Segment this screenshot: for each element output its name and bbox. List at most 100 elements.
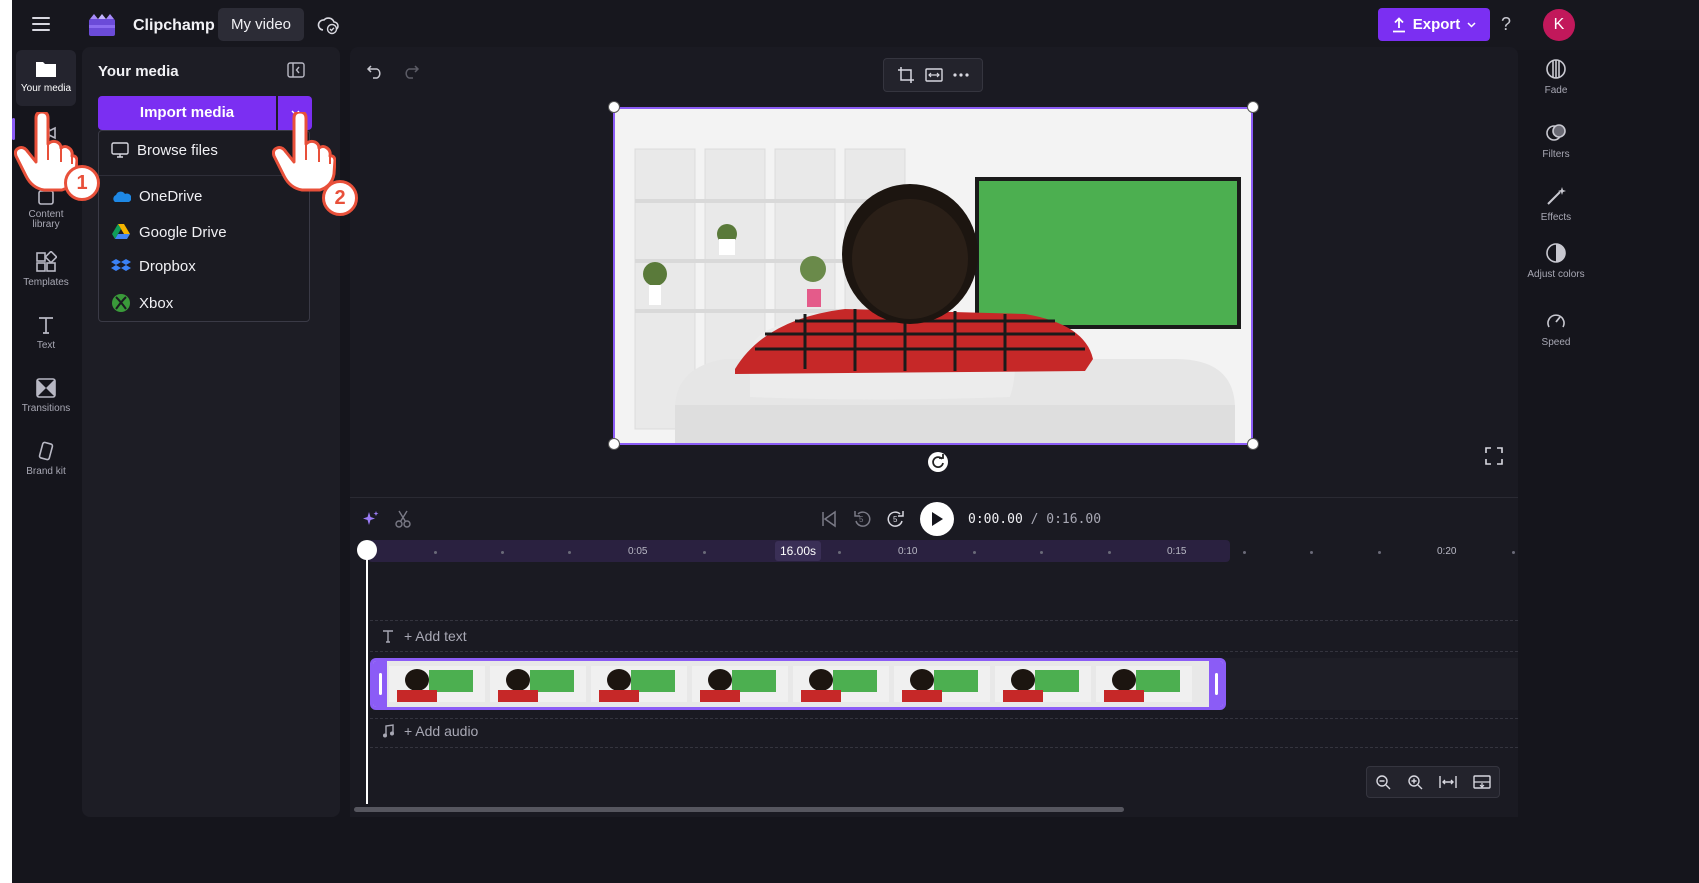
folder-icon: [36, 62, 56, 77]
add-audio-track[interactable]: + Add audio: [382, 723, 478, 739]
forward-5-icon[interactable]: 5: [886, 509, 906, 529]
clip-trim-handle-left[interactable]: [373, 661, 387, 707]
menu-item-label: Xbox: [139, 294, 174, 312]
timeline-scrollbar[interactable]: [354, 807, 1124, 812]
skip-to-start-icon[interactable]: [820, 510, 838, 528]
menu-item-label: Dropbox: [139, 258, 196, 275]
rewind-5-icon[interactable]: 5: [852, 509, 872, 529]
sidebar-item-label: Content library: [28, 209, 64, 230]
clip-thumbnail: [793, 666, 889, 702]
sparkle-icon[interactable]: [362, 510, 380, 528]
clip-thumbnail: [1096, 666, 1192, 702]
resize-handle-bottom-left[interactable]: [608, 438, 620, 450]
sidebar-item-label: Transitions: [21, 403, 71, 414]
text-icon: [39, 317, 53, 334]
resize-handle-top-right[interactable]: [1247, 101, 1259, 113]
xbox-icon: [112, 294, 130, 312]
ruler-tick: [434, 551, 437, 554]
sidebar-item-brand-kit[interactable]: Brand kit: [16, 436, 76, 477]
resize-handle-bottom-right[interactable]: [1247, 438, 1259, 450]
property-adjust-colors[interactable]: Adjust colors: [1520, 242, 1592, 280]
crop-icon[interactable]: [897, 66, 915, 84]
more-options-icon[interactable]: [953, 73, 969, 77]
collapse-panel-icon[interactable]: [287, 62, 305, 78]
filters-icon: [1546, 124, 1566, 141]
ruler-label: 0:15: [1167, 546, 1187, 557]
property-speed[interactable]: Speed: [1520, 310, 1592, 348]
sidebar-item-label: Brand kit: [26, 466, 66, 477]
add-text-label: + Add text: [404, 628, 467, 644]
google-drive-icon: [112, 224, 130, 239]
hamburger-icon[interactable]: [32, 17, 50, 31]
cloud-sync-icon[interactable]: [317, 14, 339, 36]
playhead[interactable]: [366, 550, 368, 804]
resize-handle-top-left[interactable]: [608, 101, 620, 113]
scissors-icon[interactable]: [394, 510, 412, 528]
ruler-label: 0:05: [628, 546, 648, 557]
video-preview[interactable]: [613, 107, 1253, 445]
ruler-tick: [703, 551, 706, 554]
import-media-button[interactable]: Import media: [98, 96, 276, 130]
ruler-tick: [501, 551, 504, 554]
help-icon[interactable]: ?: [1501, 14, 1511, 35]
clip-thumbnail: [490, 666, 586, 702]
sidebar-item-your-media[interactable]: Your media: [16, 50, 76, 106]
app-name: Clipchamp: [133, 17, 215, 34]
fit-timeline-icon[interactable]: [1439, 775, 1457, 789]
menu-item-google-drive[interactable]: Google Drive: [111, 223, 227, 241]
property-label: Filters: [1542, 149, 1570, 160]
zoom-out-icon[interactable]: [1375, 774, 1391, 790]
project-title-button[interactable]: My video: [218, 8, 305, 41]
clip-trim-handle-right[interactable]: [1209, 661, 1223, 707]
menu-item-label: Browse files: [137, 142, 218, 159]
sidebar-item-label: Text: [36, 340, 56, 351]
add-text-track[interactable]: + Add text: [382, 628, 467, 644]
timeline: 5 5 0:00.00 / 0:16.00 0:05 16.00s 0:10 0…: [350, 497, 1518, 817]
playhead-knob[interactable]: [357, 540, 377, 560]
dropbox-icon: [111, 259, 131, 271]
ruler-tick: [1040, 551, 1043, 554]
text-track[interactable]: + Add text: [370, 620, 1518, 652]
redo-icon[interactable]: [402, 63, 420, 79]
right-rail: Fade Filters Effects Adjust colors Speed: [1520, 50, 1592, 650]
export-button[interactable]: Export: [1378, 8, 1490, 41]
property-label: Speed: [1541, 337, 1571, 348]
property-fade[interactable]: Fade: [1520, 58, 1592, 96]
rotate-icon[interactable]: [928, 452, 948, 472]
step-badge-1: 1: [64, 165, 100, 201]
text-icon: [383, 630, 393, 643]
timecode: 0:00.00 / 0:16.00: [968, 512, 1101, 527]
property-filters[interactable]: Filters: [1520, 122, 1592, 160]
expand-track-icon[interactable]: [1473, 775, 1491, 789]
chevron-down-icon: [1467, 21, 1476, 28]
menu-item-onedrive[interactable]: OneDrive: [111, 188, 202, 205]
video-frame-image: [615, 109, 1251, 443]
sidebar-item-label: Templates: [23, 277, 69, 288]
property-effects[interactable]: Effects: [1520, 185, 1592, 223]
clip-thumbnail: [591, 666, 687, 702]
sidebar-item-templates[interactable]: Templates: [16, 247, 76, 288]
clip-thumbnail: [995, 666, 1091, 702]
fullscreen-icon[interactable]: [1485, 447, 1503, 465]
undo-icon[interactable]: [366, 63, 384, 79]
menu-item-xbox[interactable]: Xbox: [111, 293, 173, 313]
hand-cursor-icon: [272, 112, 336, 192]
onedrive-icon: [113, 191, 131, 202]
zoom-toolbar: [1366, 766, 1500, 798]
property-label: Adjust colors: [1527, 269, 1585, 280]
step-badge-2: 2: [322, 180, 358, 216]
audio-track[interactable]: + Add audio: [370, 718, 1518, 748]
monitor-icon: [111, 142, 129, 158]
avatar[interactable]: K: [1543, 9, 1575, 41]
video-clip[interactable]: [370, 658, 1226, 710]
menu-item-browse-files[interactable]: Browse files: [111, 142, 218, 159]
export-label: Export: [1412, 16, 1461, 33]
menu-item-dropbox[interactable]: Dropbox: [111, 258, 196, 275]
templates-icon: [36, 251, 57, 272]
play-button[interactable]: [920, 502, 954, 536]
sidebar-item-text[interactable]: Text: [16, 310, 76, 351]
zoom-in-icon[interactable]: [1407, 774, 1423, 790]
fit-icon[interactable]: [925, 68, 943, 82]
sidebar-item-transitions[interactable]: Transitions: [16, 373, 76, 414]
clip-duration-tag: 16.00s: [775, 541, 822, 561]
